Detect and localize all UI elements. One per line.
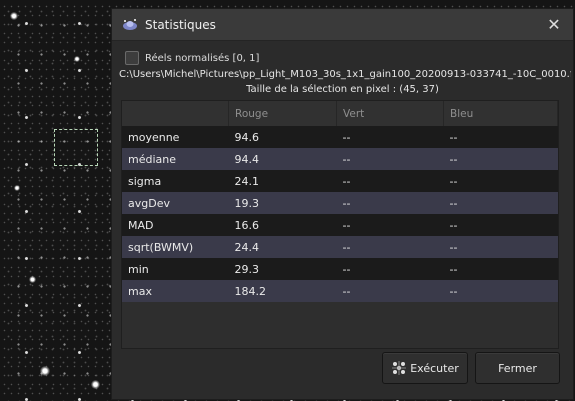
- normalized-label: Réels normalisés [0, 1]: [145, 52, 260, 64]
- star: [40, 366, 50, 376]
- table-row[interactable]: min 29.3 -- --: [122, 258, 558, 280]
- stat-green: --: [336, 236, 444, 258]
- stat-blue: --: [443, 126, 558, 148]
- execute-icon: [392, 361, 407, 375]
- stat-blue: --: [443, 236, 558, 258]
- table-row[interactable]: médiane 94.4 -- --: [122, 148, 558, 170]
- file-path: C:\Users\Michel\Pictures\pp_Light_M103_3…: [119, 69, 571, 80]
- stat-red: 24.4: [228, 236, 337, 258]
- table-row[interactable]: sigma 24.1 -- --: [122, 170, 558, 192]
- stat-red: 24.1: [228, 170, 337, 192]
- stat-red: 19.3: [228, 192, 337, 214]
- execute-label: Exécuter: [410, 361, 459, 375]
- execute-button[interactable]: Exécuter: [382, 352, 468, 384]
- stat-red: 184.2: [228, 280, 337, 302]
- header-red[interactable]: Rouge: [228, 101, 337, 126]
- close-label: Fermer: [498, 361, 537, 375]
- star: [29, 276, 36, 283]
- stat-green: --: [336, 192, 444, 214]
- stat-red: 29.3: [228, 258, 337, 280]
- table-row[interactable]: avgDev 19.3 -- --: [122, 192, 558, 214]
- star: [74, 56, 80, 62]
- normalized-checkbox[interactable]: [125, 51, 139, 65]
- header-name: [122, 101, 229, 126]
- stat-red: 94.4: [228, 148, 337, 170]
- stat-red: 16.6: [228, 214, 337, 236]
- table-row[interactable]: moyenne 94.6 -- --: [122, 126, 558, 148]
- stat-name: sigma: [122, 170, 229, 192]
- stat-green: --: [336, 280, 444, 302]
- stat-name: max: [122, 280, 229, 302]
- stat-blue: --: [443, 148, 558, 170]
- stat-blue: --: [443, 192, 558, 214]
- stat-green: --: [336, 258, 444, 280]
- dialog-titlebar[interactable]: Statistiques ✕: [112, 9, 573, 41]
- header-blue[interactable]: Bleu: [443, 101, 558, 126]
- star: [14, 185, 20, 191]
- stat-green: --: [336, 126, 444, 148]
- header-green[interactable]: Vert: [336, 101, 444, 126]
- stat-green: --: [336, 170, 444, 192]
- stat-blue: --: [443, 280, 558, 302]
- table-row[interactable]: max 184.2 -- --: [122, 280, 558, 302]
- selection-size: Taille de la sélection en pixel : (45, 3…: [246, 84, 439, 95]
- star: [91, 380, 100, 389]
- stat-name: min: [122, 258, 229, 280]
- stat-blue: --: [443, 170, 558, 192]
- stat-red: 94.6: [228, 126, 337, 148]
- stat-name: avgDev: [122, 192, 229, 214]
- siril-app-icon: [123, 18, 137, 30]
- table-row[interactable]: MAD 16.6 -- --: [122, 214, 558, 236]
- dialog-title: Statistiques: [145, 17, 216, 32]
- table-row[interactable]: sqrt(BWMV) 24.4 -- --: [122, 236, 558, 258]
- stat-name: médiane: [122, 148, 229, 170]
- selection-rectangle[interactable]: [54, 129, 98, 166]
- stat-green: --: [336, 148, 444, 170]
- statistics-dialog: Statistiques ✕ Réels normalisés [0, 1] C…: [111, 8, 574, 400]
- close-icon[interactable]: ✕: [539, 10, 569, 40]
- close-button[interactable]: Fermer: [475, 352, 560, 384]
- star: [10, 12, 18, 20]
- stat-name: MAD: [122, 214, 229, 236]
- normalized-option[interactable]: Réels normalisés [0, 1]: [125, 51, 259, 65]
- stat-green: --: [336, 214, 444, 236]
- stat-blue: --: [443, 214, 558, 236]
- stat-name: sqrt(BWMV): [122, 236, 229, 258]
- stat-name: moyenne: [122, 126, 229, 148]
- table-header-row: Rouge Vert Bleu: [122, 101, 558, 126]
- stat-blue: --: [443, 258, 558, 280]
- statistics-table: Rouge Vert Bleu moyenne 94.6 -- -- média…: [121, 100, 559, 349]
